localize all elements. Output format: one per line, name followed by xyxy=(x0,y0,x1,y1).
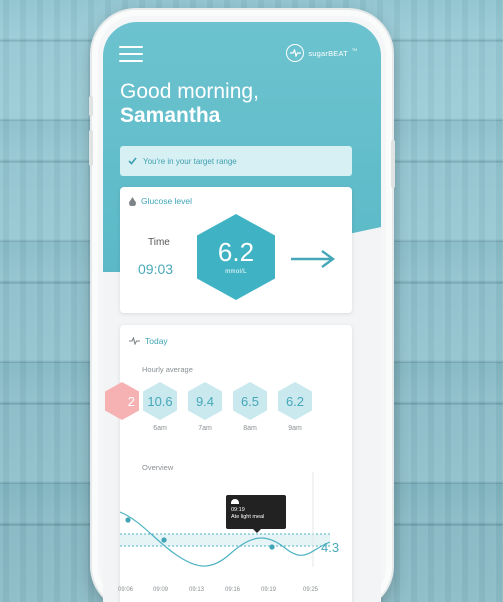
status-banner[interactable]: You're in your target range xyxy=(120,146,352,176)
brand-trademark: TM xyxy=(351,48,357,52)
tooltip-text: Ate light meal xyxy=(231,514,265,520)
meal-icon xyxy=(231,499,239,504)
time-value: 09:03 xyxy=(138,261,174,277)
hour-label: 7am xyxy=(198,425,212,432)
arrow-right-icon xyxy=(291,250,336,268)
hour-label: 9am xyxy=(288,425,302,432)
glucose-value: 6.2 xyxy=(217,237,255,267)
hour-label: 8am xyxy=(243,425,257,432)
meal-tooltip: 09:19 Ate light meal xyxy=(226,495,286,533)
brand-name: sugarBEAT xyxy=(308,48,348,58)
status-text: You're in your target range xyxy=(143,156,237,166)
pulse-icon xyxy=(129,337,140,345)
overview-chart[interactable] xyxy=(120,472,352,592)
hour-label: 6am xyxy=(153,425,167,432)
x-tick-label: 09:09 xyxy=(153,587,169,593)
current-chart-value: 4.3 xyxy=(321,540,340,555)
app-screen: sugarBEAT TM Good morning, Samantha You'… xyxy=(103,22,381,602)
brand-logo: sugarBEAT TM xyxy=(286,44,357,62)
chart-point[interactable] xyxy=(161,537,167,543)
x-tick-label: 09:25 xyxy=(303,587,319,593)
greeting: Good morning, Samantha xyxy=(120,80,259,128)
phone-power-button xyxy=(391,140,395,188)
time-label: Time xyxy=(148,237,170,248)
heartbeat-icon xyxy=(286,44,305,62)
chart-point[interactable] xyxy=(269,544,275,550)
chart-point[interactable] xyxy=(125,517,131,523)
glucose-unit: mmol/L xyxy=(225,269,247,275)
glucose-value-hexagon: 6.2 mmol/L xyxy=(197,214,275,300)
x-tick-label: 09:16 xyxy=(225,587,241,593)
phone-volume-button xyxy=(89,130,93,166)
glucose-card[interactable]: Glucose level Time 09:03 6.2 mmol/L xyxy=(120,187,352,313)
x-tick-label: 09:06 xyxy=(118,587,134,593)
today-card-title: Today xyxy=(129,336,168,346)
glucose-card-title: Glucose level xyxy=(129,196,192,206)
drop-icon xyxy=(129,196,136,206)
greeting-text: Good morning, xyxy=(120,80,259,103)
user-name: Samantha xyxy=(120,104,221,127)
tooltip-time: 09:19 xyxy=(231,507,245,513)
overview-label: Overview xyxy=(142,463,174,472)
x-tick-label: 09:13 xyxy=(189,587,205,593)
target-range-band xyxy=(120,534,330,546)
hourly-average-label: Hourly average xyxy=(142,365,193,374)
phone-side-button xyxy=(89,96,93,116)
x-tick-label: 09:19 xyxy=(261,587,277,593)
check-icon xyxy=(128,157,137,165)
hamburger-icon[interactable] xyxy=(119,46,143,64)
